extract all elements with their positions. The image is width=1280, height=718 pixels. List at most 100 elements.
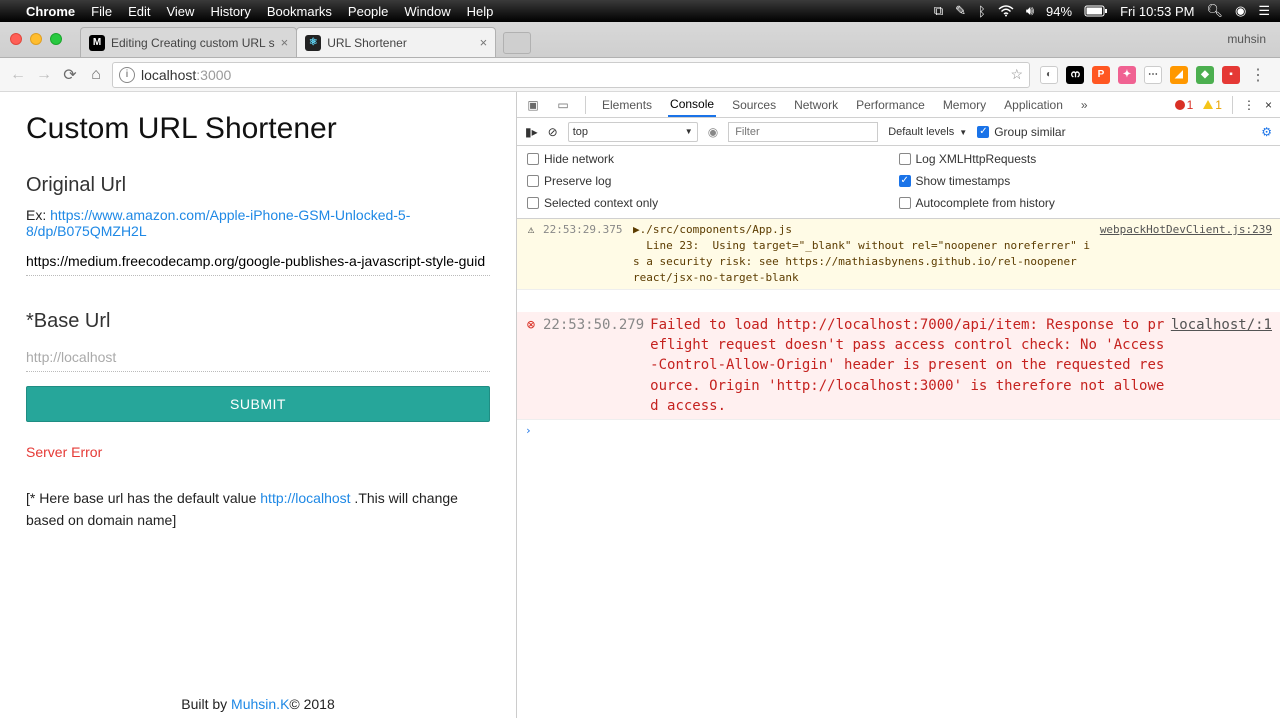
log-timestamp: 22:53:50.279 [543, 315, 644, 335]
menu-window[interactable]: Window [404, 4, 450, 19]
mac-menubar: Chrome File Edit View History Bookmarks … [0, 0, 1280, 22]
footer-note: [* Here base url has the default value h… [26, 488, 490, 531]
devtools-tab-memory[interactable]: Memory [941, 92, 988, 117]
console-sidebar-toggle-icon[interactable]: ▮▸ [525, 125, 538, 139]
tab-favicon: M [89, 35, 105, 51]
menubar-clock[interactable]: Fri 10:53 PM [1120, 4, 1194, 19]
menu-file[interactable]: File [91, 4, 112, 19]
ext-icon[interactable]: ▪ [1222, 66, 1240, 84]
warning-count-badge[interactable]: 1 [1203, 98, 1222, 112]
chrome-menu-icon[interactable]: ⋮ [1248, 65, 1268, 85]
console-toolbar: ▮▸ ⊘ top▼ ◉ Default levels ▼ Group simil… [517, 118, 1280, 146]
address-bar[interactable]: i localhost:3000 ☆ [112, 62, 1030, 88]
browser-tab-0[interactable]: M Editing Creating custom URL s × [80, 27, 297, 57]
menu-help[interactable]: Help [467, 4, 494, 19]
chrome-tabstrip: M Editing Creating custom URL s × ⚛ URL … [0, 22, 1280, 58]
devtools-tabbar: ▣ ▭ Elements Console Sources Network Per… [517, 92, 1280, 118]
tab-close-icon[interactable]: × [281, 35, 289, 50]
ext-icon[interactable]: ◆ [1196, 66, 1214, 84]
ext-icon[interactable]: ന [1066, 66, 1084, 84]
site-info-icon[interactable]: i [119, 67, 135, 83]
submit-button[interactable]: SUBMIT [26, 386, 490, 422]
window-zoom-button[interactable] [50, 33, 62, 45]
opt-selected-context[interactable]: Selected context only [527, 196, 899, 210]
group-similar-checkbox[interactable]: Group similar [977, 125, 1065, 139]
log-source-link[interactable]: webpackHotDevClient.js:239 [1100, 222, 1272, 238]
example-link[interactable]: https://www.amazon.com/Apple-iPhone-GSM-… [26, 207, 410, 239]
ext-icon[interactable]: ✦ [1118, 66, 1136, 84]
ext-icon[interactable]: ⋯ [1144, 66, 1162, 84]
window-close-button[interactable] [10, 33, 22, 45]
url-text: localhost:3000 [141, 67, 1004, 83]
opt-preserve-log[interactable]: Preserve log [527, 174, 899, 188]
opt-log-xhr[interactable]: Log XMLHttpRequests [899, 152, 1271, 166]
menu-edit[interactable]: Edit [128, 4, 150, 19]
log-timestamp: 22:53:29.375 [543, 222, 627, 238]
nav-home-button[interactable]: ⌂ [86, 65, 106, 85]
chrome-profile[interactable]: muhsin [1227, 32, 1266, 46]
devtools-close-icon[interactable]: × [1265, 98, 1272, 112]
context-selector[interactable]: top▼ [568, 122, 698, 142]
bluetooth-icon[interactable]: ᛒ [978, 4, 986, 19]
devtools-tab-more-icon[interactable]: » [1079, 92, 1090, 117]
console-warning-entry[interactable]: ⚠ 22:53:29.375 ▶./src/components/App.js … [517, 219, 1280, 290]
ext-icon[interactable]: P [1092, 66, 1110, 84]
dropbox-icon[interactable]: ⧉ [934, 3, 943, 19]
menu-history[interactable]: History [210, 4, 250, 19]
devtools-tab-sources[interactable]: Sources [730, 92, 778, 117]
window-minimize-button[interactable] [30, 33, 42, 45]
volume-icon[interactable]: 🔊︎ [1026, 3, 1034, 19]
menu-bookmarks[interactable]: Bookmarks [267, 4, 332, 19]
clear-console-icon[interactable]: ⊘ [548, 125, 558, 139]
device-toolbar-icon[interactable]: ▭ [555, 95, 571, 115]
new-tab-button[interactable] [503, 32, 531, 54]
nav-back-button[interactable]: ← [8, 65, 28, 85]
console-settings-icon[interactable]: ⚙ [1261, 125, 1272, 139]
battery-percent: 94% [1046, 4, 1072, 19]
devtools-tab-performance[interactable]: Performance [854, 92, 927, 117]
ext-icon[interactable]: ◐ [1040, 66, 1058, 84]
tab-favicon: ⚛ [305, 35, 321, 51]
browser-tab-1[interactable]: ⚛ URL Shortener × [296, 27, 496, 57]
console-log-area: ⚠ 22:53:29.375 ▶./src/components/App.js … [517, 219, 1280, 718]
log-source-link[interactable]: localhost/:1 [1171, 315, 1272, 335]
devtools-menu-icon[interactable]: ⋮ [1243, 98, 1255, 112]
console-prompt[interactable]: › [517, 420, 1280, 441]
tab-close-icon[interactable]: × [480, 35, 488, 50]
live-expression-icon[interactable]: ◉ [708, 125, 718, 139]
tab-title: Editing Creating custom URL s [111, 36, 275, 50]
window-controls [10, 33, 62, 45]
author-link[interactable]: Muhsin.K [231, 696, 289, 712]
note-link[interactable]: http://localhost [260, 490, 350, 506]
opt-hide-network[interactable]: Hide network [527, 152, 899, 166]
menu-view[interactable]: View [166, 4, 194, 19]
chrome-toolbar: ← → ⟳ ⌂ i localhost:3000 ☆ ◐ ന P ✦ ⋯ ◢ ◆… [0, 58, 1280, 92]
original-url-label: Original Url [26, 174, 490, 197]
evernote-icon[interactable]: ✎ [955, 3, 966, 19]
menu-app[interactable]: Chrome [26, 4, 75, 19]
menu-people[interactable]: People [348, 4, 388, 19]
devtools-tab-application[interactable]: Application [1002, 92, 1065, 117]
log-levels-dropdown[interactable]: Default levels ▼ [888, 126, 967, 138]
error-count-badge[interactable]: 1 [1175, 98, 1194, 112]
opt-show-timestamps[interactable]: Show timestamps [899, 174, 1271, 188]
bookmark-star-icon[interactable]: ☆ [1010, 66, 1023, 83]
siri-icon[interactable]: ◉ [1235, 3, 1246, 19]
ext-icon[interactable]: ◢ [1170, 66, 1188, 84]
original-url-input[interactable] [26, 247, 490, 276]
page-title: Custom URL Shortener [26, 112, 490, 146]
inspect-element-icon[interactable]: ▣ [525, 95, 541, 115]
devtools-tab-network[interactable]: Network [792, 92, 840, 117]
notification-center-icon[interactable]: ☰ [1258, 3, 1270, 19]
base-url-input[interactable] [26, 343, 490, 372]
nav-forward-button[interactable]: → [34, 65, 54, 85]
battery-icon[interactable] [1084, 5, 1108, 17]
spotlight-icon[interactable]: 🔍︎ [1206, 3, 1223, 19]
devtools-tab-elements[interactable]: Elements [600, 92, 654, 117]
wifi-icon[interactable] [998, 5, 1014, 17]
console-filter-input[interactable] [728, 122, 878, 142]
console-error-entry[interactable]: ⊗ 22:53:50.279 Failed to load http://loc… [517, 312, 1280, 420]
devtools-tab-console[interactable]: Console [668, 92, 716, 117]
opt-autocomplete[interactable]: Autocomplete from history [899, 196, 1271, 210]
nav-reload-button[interactable]: ⟳ [60, 65, 80, 85]
